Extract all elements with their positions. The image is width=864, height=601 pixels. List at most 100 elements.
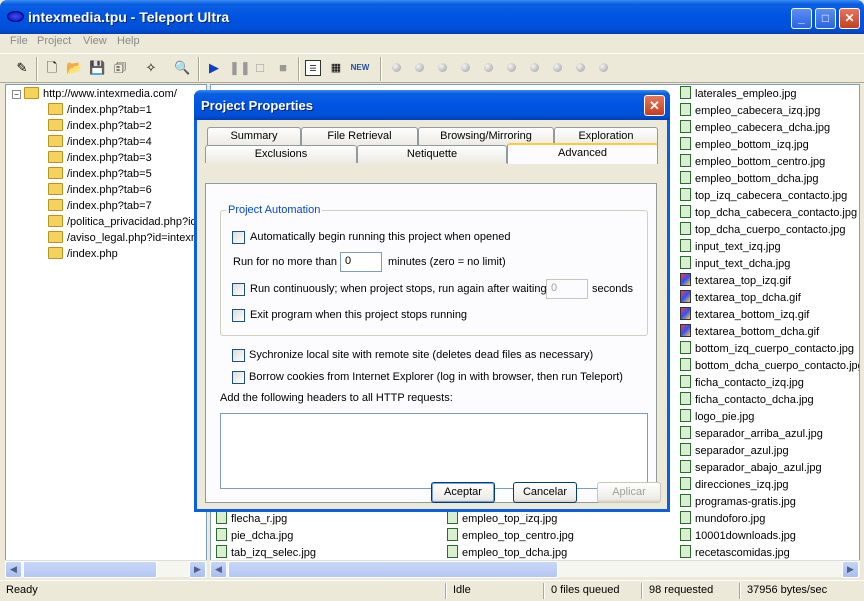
scroll-thumb[interactable] [228, 561, 558, 578]
collapse-icon[interactable]: − [12, 90, 21, 99]
tree-item[interactable]: /index.php?tab=3 [48, 151, 152, 167]
window-titlebar[interactable]: intexmedia.tpu - Teleport Ultra _ □ ✕ [0, 0, 864, 34]
explore-icon[interactable]: 🔍 [174, 60, 190, 76]
tab-advanced[interactable]: Advanced [507, 143, 658, 164]
file-item[interactable]: separador_abajo_azul.jpg [680, 460, 822, 477]
properties-icon[interactable]: ✎ [14, 60, 30, 76]
tab-netiquette[interactable]: Netiquette [357, 145, 507, 163]
maximize-button[interactable]: □ [815, 8, 836, 29]
file-item[interactable]: bottom_izq_cuerpo_contacto.jpg [680, 341, 854, 358]
file-item[interactable]: mundoforo.jpg [680, 511, 765, 528]
tab-exclusions[interactable]: Exclusions [205, 145, 357, 163]
headers-textarea[interactable] [220, 413, 648, 489]
new-document-icon[interactable]: 🗋 [44, 60, 60, 76]
abort-icon[interactable]: ■ [275, 60, 291, 76]
jpg-file-icon [680, 426, 691, 439]
file-item[interactable]: pie_dcha.jpg [216, 528, 293, 545]
files-hscrollbar[interactable]: ◀ ▶ [210, 560, 860, 578]
file-item[interactable]: empleo_top_izq.jpg [447, 511, 557, 528]
scroll-right-icon[interactable]: ▶ [842, 561, 859, 578]
details-view-icon[interactable]: ▦ [328, 60, 344, 76]
tab-file-retrieval[interactable]: File Retrieval [301, 127, 418, 145]
file-item[interactable]: direcciones_izq.jpg [680, 477, 789, 494]
new-files-icon[interactable]: NEW [350, 60, 370, 76]
file-item-label: flecha_r.jpg [231, 513, 288, 525]
file-item[interactable]: top_dcha_cuerpo_contacto.jpg [680, 222, 845, 239]
tree-item[interactable]: /politica_privacidad.php?id [48, 215, 197, 231]
menu-project[interactable]: Project [37, 35, 71, 47]
file-item[interactable]: input_text_dcha.jpg [680, 256, 790, 273]
file-item[interactable]: ficha_contacto_izq.jpg [680, 375, 804, 392]
file-item[interactable]: top_izq_cabecera_contacto.jpg [680, 188, 847, 205]
tree-hscrollbar[interactable]: ◀ ▶ [5, 560, 207, 578]
file-item[interactable]: tab_izq_selec.jpg [216, 545, 316, 560]
menu-help[interactable]: Help [117, 35, 140, 47]
open-folder-icon[interactable]: 📂 [66, 60, 82, 76]
tree-item[interactable]: /index.php?tab=1 [48, 103, 152, 119]
stop-icon[interactable]: □ [252, 60, 268, 76]
site-tree[interactable]: − http://www.intexmedia.com/ /index.php?t… [5, 84, 207, 561]
menu-view[interactable]: View [83, 35, 107, 47]
file-item[interactable]: empleo_top_dcha.jpg [447, 545, 567, 560]
pause-icon[interactable]: ❚❚ [229, 60, 251, 76]
jpg-file-icon [680, 392, 691, 405]
tree-item[interactable]: /index.php?tab=7 [48, 199, 152, 215]
file-item[interactable]: textarea_bottom_izq.gif [680, 307, 809, 324]
file-item[interactable]: bottom_dcha_cuerpo_contacto.jpg [680, 358, 859, 375]
auto-begin-checkbox[interactable] [232, 231, 245, 244]
file-item[interactable]: recetascomidas.jpg [680, 545, 790, 560]
file-item[interactable]: textarea_bottom_dcha.gif [680, 324, 819, 341]
save-as-icon[interactable]: 🗊 [112, 60, 128, 76]
file-item[interactable]: top_dcha_cabecera_contacto.jpg [680, 205, 857, 222]
borrow-cookies-checkbox[interactable] [232, 371, 245, 384]
file-item[interactable]: separador_azul.jpg [680, 443, 789, 460]
dialog-titlebar[interactable]: Project Properties ✕ [194, 90, 670, 120]
file-item[interactable]: logo_pie.jpg [680, 409, 754, 426]
wait-seconds-input[interactable]: 0 [546, 279, 588, 299]
file-item[interactable]: ficha_contacto_dcha.jpg [680, 392, 814, 409]
play-icon[interactable]: ▶ [206, 60, 222, 76]
list-view-icon[interactable]: ☰ [305, 60, 321, 76]
tree-item[interactable]: /index.php?tab=5 [48, 167, 152, 183]
file-item[interactable]: flecha_r.jpg [216, 511, 287, 528]
file-item[interactable]: separador_arriba_azul.jpg [680, 426, 823, 443]
close-button[interactable]: ✕ [839, 8, 860, 29]
tree-item[interactable]: /aviso_legal.php?id=intexm [48, 231, 200, 247]
file-item[interactable]: empleo_cabecera_izq.jpg [680, 103, 820, 120]
file-item[interactable]: textarea_top_dcha.gif [680, 290, 801, 307]
scroll-left-icon[interactable]: ◀ [5, 561, 22, 578]
apply-button[interactable]: Aplicar [597, 482, 661, 503]
tree-item[interactable]: /index.php [48, 247, 118, 263]
menu-file[interactable]: File [10, 35, 28, 47]
scroll-left-icon[interactable]: ◀ [210, 561, 227, 578]
file-item[interactable]: laterales_empleo.jpg [680, 86, 797, 103]
scroll-thumb[interactable] [23, 561, 157, 578]
file-item[interactable]: empleo_bottom_izq.jpg [680, 137, 809, 154]
tree-item[interactable]: /index.php?tab=4 [48, 135, 152, 151]
exit-program-checkbox[interactable] [232, 309, 245, 322]
jpg-file-icon [680, 86, 691, 99]
file-item[interactable]: empleo_bottom_dcha.jpg [680, 171, 819, 188]
file-item[interactable]: input_text_izq.jpg [680, 239, 781, 256]
run-for-minutes-input[interactable]: 0 [340, 252, 382, 272]
run-continuously-checkbox[interactable] [232, 283, 245, 296]
wizard-icon[interactable]: ✧ [143, 60, 159, 76]
file-item[interactable]: textarea_top_izq.gif [680, 273, 791, 290]
tab-summary[interactable]: Summary [207, 127, 301, 145]
sync-site-checkbox[interactable] [232, 349, 245, 362]
scroll-right-icon[interactable]: ▶ [189, 561, 206, 578]
cancel-button[interactable]: Cancelar [513, 482, 577, 503]
file-item[interactable]: empleo_top_centro.jpg [447, 528, 574, 545]
file-item[interactable]: empleo_bottom_centro.jpg [680, 154, 825, 171]
minimize-button[interactable]: _ [791, 8, 812, 29]
jpg-file-icon [680, 137, 691, 150]
ok-button[interactable]: Aceptar [431, 482, 495, 503]
file-item[interactable]: 10001downloads.jpg [680, 528, 796, 545]
file-item[interactable]: programas-gratis.jpg [680, 494, 796, 511]
save-icon[interactable]: 💾 [89, 60, 105, 76]
tree-item[interactable]: /index.php?tab=6 [48, 183, 152, 199]
tree-item[interactable]: /index.php?tab=2 [48, 119, 152, 135]
tree-root[interactable]: − http://www.intexmedia.com/ [12, 87, 177, 103]
file-item[interactable]: empleo_cabecera_dcha.jpg [680, 120, 830, 137]
dialog-close-button[interactable]: ✕ [644, 95, 665, 116]
